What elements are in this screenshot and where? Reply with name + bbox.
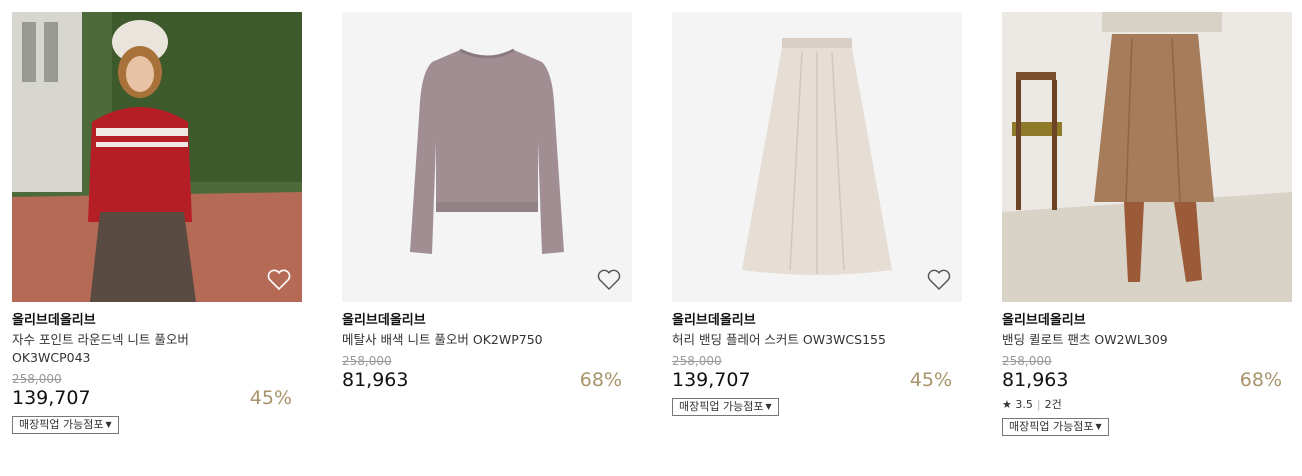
caret-down-icon: ▼ [105, 420, 112, 429]
product-name[interactable]: 메탈사 배색 니트 풀오버 OK2WP750 [342, 331, 632, 349]
product-image[interactable] [1002, 12, 1292, 302]
original-price: 258,000 [672, 354, 722, 368]
product-brand[interactable]: 올리브데올리브 [1002, 312, 1292, 329]
product-name-line2[interactable]: OK3WCP043 [12, 349, 302, 367]
product-card[interactable]: 올리브데올리브 밴딩 퀼로트 팬츠 OW2WL309 258,000 81,96… [1002, 12, 1292, 436]
discount-rate: 68% [579, 369, 622, 391]
product-name-line1[interactable]: 메탈사 배색 니트 풀오버 OK2WP750 [342, 331, 632, 349]
divider: | [1036, 398, 1041, 411]
store-pickup-button[interactable]: 매장픽업 가능점포 ▼ [12, 416, 119, 434]
product-name-line1[interactable]: 자수 포인트 라운드넥 니트 풀오버 [12, 331, 302, 349]
original-price: 258,000 [342, 354, 392, 368]
sale-price: 139,707 [12, 387, 91, 409]
product-image[interactable] [342, 12, 632, 302]
product-name-line1[interactable]: 허리 밴딩 플레어 스커트 OW3WCS155 [672, 331, 962, 349]
review-count[interactable]: 2건 [1045, 398, 1062, 411]
product-name[interactable]: 자수 포인트 라운드넥 니트 풀오버 OK3WCP043 [12, 331, 302, 367]
original-price: 258,000 [1002, 354, 1052, 368]
product-name-line1[interactable]: 밴딩 퀼로트 팬츠 OW2WL309 [1002, 331, 1292, 349]
product-name[interactable]: 허리 밴딩 플레어 스커트 OW3WCS155 [672, 331, 962, 349]
original-price: 258,000 [12, 372, 62, 386]
product-brand[interactable]: 올리브데올리브 [672, 312, 962, 329]
heart-icon[interactable] [266, 268, 292, 292]
product-card[interactable]: 올리브데올리브 자수 포인트 라운드넥 니트 풀오버 OK3WCP043 258… [12, 12, 302, 434]
product-card[interactable]: 올리브데올리브 허리 밴딩 플레어 스커트 OW3WCS155 258,000 … [672, 12, 962, 416]
sale-price: 81,963 [342, 369, 409, 391]
product-card[interactable]: 올리브데올리브 메탈사 배색 니트 풀오버 OK2WP750 258,000 8… [342, 12, 632, 392]
product-photo [342, 12, 632, 302]
product-name[interactable]: 밴딩 퀼로트 팬츠 OW2WL309 [1002, 331, 1292, 349]
caret-down-icon: ▼ [1095, 422, 1102, 431]
product-photo [672, 12, 962, 302]
rating-score: 3.5 [1015, 398, 1033, 411]
product-image[interactable] [12, 12, 302, 302]
rating-row: ★ 3.5 | 2건 [1002, 398, 1292, 412]
product-brand[interactable]: 올리브데올리브 [12, 312, 302, 329]
heart-icon[interactable] [926, 268, 952, 292]
caret-down-icon: ▼ [765, 402, 772, 411]
store-pickup-button[interactable]: 매장픽업 가능점포 ▼ [672, 398, 779, 416]
store-pickup-button[interactable]: 매장픽업 가능점포 ▼ [1002, 418, 1109, 436]
star-icon: ★ [1002, 398, 1012, 411]
sale-price: 81,963 [1002, 369, 1069, 391]
store-pickup-label: 매장픽업 가능점포 [679, 400, 764, 413]
product-brand[interactable]: 올리브데올리브 [342, 312, 632, 329]
discount-rate: 45% [909, 369, 952, 391]
discount-rate: 68% [1239, 369, 1282, 391]
store-pickup-label: 매장픽업 가능점포 [1009, 420, 1094, 433]
product-photo [12, 12, 302, 302]
sale-price: 139,707 [672, 369, 751, 391]
product-image[interactable] [672, 12, 962, 302]
product-photo [1002, 12, 1292, 302]
store-pickup-label: 매장픽업 가능점포 [19, 418, 104, 431]
discount-rate: 45% [249, 387, 292, 409]
heart-icon[interactable] [596, 268, 622, 292]
